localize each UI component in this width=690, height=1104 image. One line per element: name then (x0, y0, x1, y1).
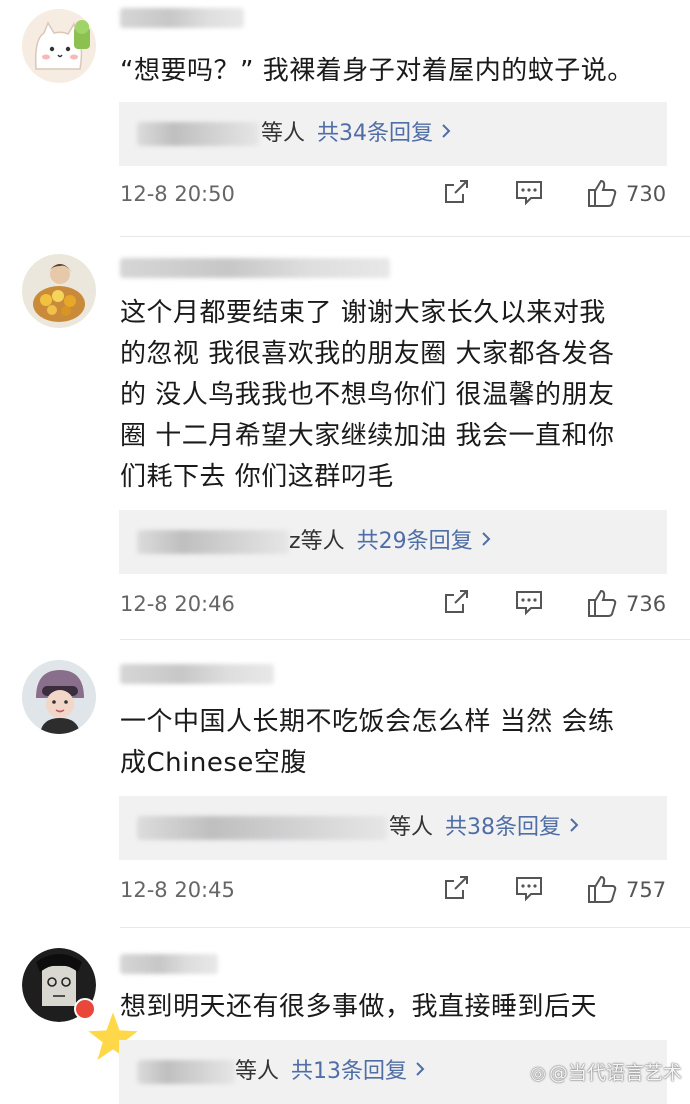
replies-summary[interactable]: 等人 共38条回复 (389, 812, 579, 844)
timestamp: 12-8 20:45 (120, 878, 235, 902)
chevron-right-icon (441, 117, 451, 149)
comment-text-line: 成Chinese空腹 (120, 748, 307, 778)
avatar[interactable] (22, 9, 96, 83)
share-icon[interactable] (442, 874, 470, 906)
like-count: 736 (626, 592, 667, 616)
comment-icon[interactable] (514, 588, 544, 620)
watermark-text: @当代语言艺术 (548, 1062, 682, 1084)
chevron-right-icon (569, 811, 579, 843)
replies-others: 等人 (389, 815, 434, 840)
comment-text-line: 的忽视 我很喜欢我的朋友圈 大家都各发各 (120, 339, 615, 369)
divider (120, 236, 690, 237)
avatar[interactable] (22, 254, 96, 328)
like-count: 730 (626, 182, 667, 206)
reply-name-suffix: z (289, 529, 301, 554)
comment-text-line: 们耗下去 你们这群叼毛 (120, 462, 394, 492)
username-blurred[interactable] (120, 954, 218, 974)
chevron-right-icon (481, 525, 491, 557)
replies-others: 等人 (235, 1059, 280, 1084)
replies-count[interactable]: 共29条回复 (357, 529, 473, 554)
comment-meta: 12-8 20:46 736 (0, 588, 690, 628)
replies-summary[interactable]: z等人 共29条回复 (289, 526, 491, 558)
comment-text-line: 一个中国人长期不吃饭会怎么样 当然 会练 (120, 707, 615, 737)
comment-text-line: 的 没人鸟我我也不想鸟你们 很温馨的朋友 (120, 380, 615, 410)
comment-text: 一个中国人长期不吃饭会怎么样 当然 会练 成Chinese空腹 (120, 702, 665, 784)
replies-others: 等人 (261, 121, 306, 146)
reply-names-blurred (137, 122, 259, 146)
comment-text: 想到明天还有很多事做，我直接睡到后天 (120, 987, 665, 1028)
comment-text-line: 圈 十二月希望大家继续加油 我会一直和你 (120, 421, 615, 451)
replies-box[interactable]: z等人 共29条回复 (119, 510, 667, 574)
username-blurred[interactable] (120, 8, 244, 28)
comment-text-line: 想到明天还有很多事做，我直接睡到后天 (120, 992, 598, 1022)
comment-text-line: “想要吗？” 我裸着身子对着屋内的蚊子说。 (120, 56, 634, 86)
reply-names-blurred (137, 816, 387, 840)
avatar-flowers-image (22, 254, 96, 328)
like-icon[interactable] (586, 178, 618, 212)
comment-icon[interactable] (514, 178, 544, 210)
comment-meta: 12-8 20:50 730 (0, 178, 690, 218)
replies-summary[interactable]: 等人 共34条回复 (261, 118, 451, 150)
username-blurred[interactable] (120, 664, 274, 684)
avatar-girl-helmet-image (22, 660, 96, 734)
comment-1: “想要吗？” 我裸着身子对着屋内的蚊子说。 等人 共34条回复 12-8 20:5… (0, 0, 690, 238)
username-blurred[interactable] (120, 258, 390, 278)
comment-2: 这个月都要结束了 谢谢大家长久以来对我 的忽视 我很喜欢我的朋友圈 大家都各发各… (0, 238, 690, 640)
chevron-right-icon (415, 1055, 425, 1087)
replies-box[interactable]: 等人 共38条回复 (119, 796, 667, 860)
replies-count[interactable]: 共34条回复 (317, 121, 433, 146)
timestamp: 12-8 20:50 (120, 182, 235, 206)
avatar-cat-image (22, 9, 96, 83)
avatar[interactable] (22, 660, 96, 734)
comment-icon[interactable] (514, 874, 544, 906)
avatar[interactable] (22, 948, 138, 1061)
verified-badge-icon (74, 998, 138, 1061)
like-icon[interactable] (586, 874, 618, 908)
replies-others: 等人 (300, 529, 345, 554)
share-icon[interactable] (442, 588, 470, 620)
replies-count[interactable]: 共13条回复 (291, 1059, 407, 1084)
weibo-icon: ◎ (530, 1063, 546, 1084)
comment-3: 一个中国人长期不吃饭会怎么样 当然 会练 成Chinese空腹 等人 共38条回复… (0, 640, 690, 928)
replies-count[interactable]: 共38条回复 (445, 815, 561, 840)
comment-text: 这个月都要结束了 谢谢大家长久以来对我 的忽视 我很喜欢我的朋友圈 大家都各发各… (120, 293, 665, 498)
replies-summary[interactable]: 等人 共13条回复 (235, 1056, 425, 1088)
comment-text: “想要吗？” 我裸着身子对着屋内的蚊子说。 (120, 51, 665, 92)
replies-box[interactable]: 等人 共34条回复 (119, 102, 667, 166)
like-icon[interactable] (586, 588, 618, 622)
comment-text-line: 这个月都要结束了 谢谢大家长久以来对我 (120, 298, 606, 328)
timestamp: 12-8 20:46 (120, 592, 235, 616)
reply-names-blurred (137, 1060, 235, 1084)
watermark: ◎ @当代语言艺术 (530, 1058, 682, 1085)
comment-meta: 12-8 20:45 757 (0, 874, 690, 914)
reply-names-blurred (137, 530, 289, 554)
like-count: 757 (626, 878, 667, 902)
share-icon[interactable] (442, 178, 470, 210)
